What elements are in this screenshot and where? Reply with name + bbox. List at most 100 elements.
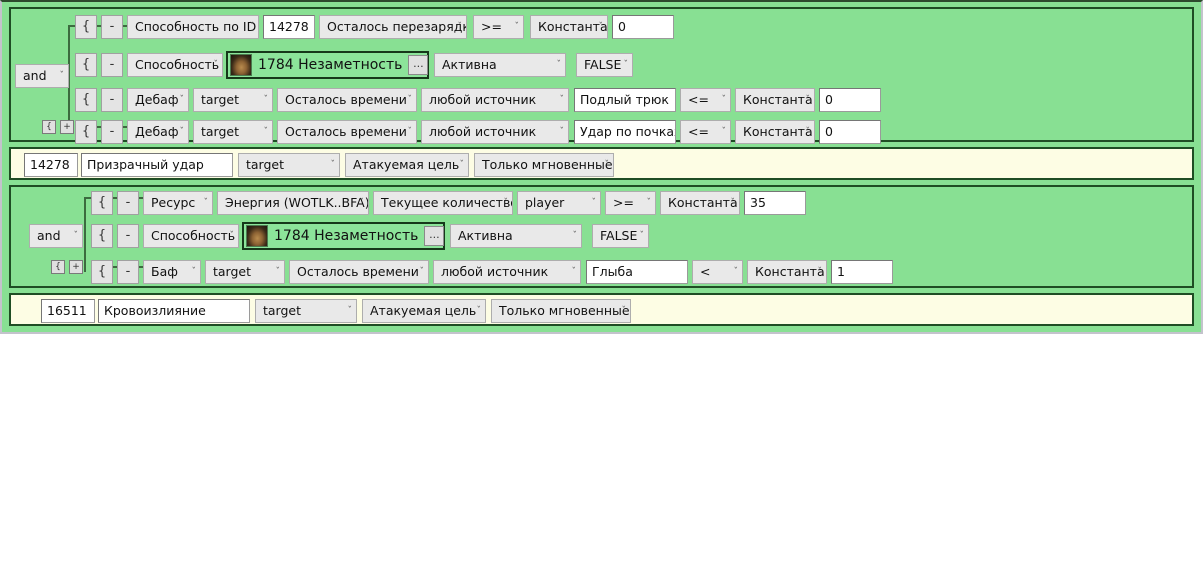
cond-1-3-source[interactable]: любой источник ˇ (421, 88, 569, 112)
cond-1-4-unit-label: target (201, 124, 240, 139)
cond-1-3-condition-type[interactable]: Дебаф ˇ (127, 88, 189, 112)
cond-2-2-spell-picker[interactable]: 1784 Незаметность ... (242, 222, 445, 250)
cond-1-1-remove-button[interactable]: - (101, 15, 123, 39)
cond-1-3-operand-type[interactable]: Константа ˇ (735, 88, 815, 112)
rule-block-2: { + and ˇ { - Ресурс ˇ Энергия (WOTLK..B… (9, 185, 1194, 288)
spell-stealth-icon (246, 225, 268, 247)
cond-2-3-unit[interactable]: target ˇ (205, 260, 285, 284)
logic-operator-1[interactable]: and ˇ (15, 64, 69, 88)
cond-1-3-brace-button[interactable]: { (75, 88, 97, 112)
cond-2-2-property-label: Активна (458, 228, 513, 243)
chevron-down-icon: ˇ (591, 198, 597, 208)
cond-1-1-spell-id[interactable]: 14278 (263, 15, 315, 39)
action-2-spell-name[interactable]: Кровоизлияние (98, 299, 250, 323)
cond-1-4-source[interactable]: любой источник ˇ (421, 120, 569, 144)
cond-2-2-spell-browse-button[interactable]: ... (424, 226, 445, 246)
cond-2-1-remove-button[interactable]: - (117, 191, 139, 215)
cond-1-1-property[interactable]: Осталось перезарядки ˇ (319, 15, 467, 39)
cond-2-1-property[interactable]: Текущее количество ˇ (373, 191, 513, 215)
chevron-down-icon: ˇ (407, 95, 413, 105)
cond-2-3-property[interactable]: Осталось времени ˇ (289, 260, 429, 284)
cond-1-1-comparator[interactable]: >= ˇ (473, 15, 524, 39)
cond-2-2-remove-button[interactable]: - (117, 224, 139, 248)
cond-2-3-property-label: Осталось времени (297, 264, 419, 279)
cond-1-4-remove-button[interactable]: - (101, 120, 123, 144)
cond-1-3-unit-label: target (201, 92, 240, 107)
cond-2-1-property-label: Текущее количество (381, 195, 513, 210)
cond-1-2-boolean-value[interactable]: FALSE ˇ (576, 53, 633, 77)
cond-1-4-brace-button[interactable]: { (75, 120, 97, 144)
cond-2-2-brace-button[interactable]: { (91, 224, 113, 248)
cond-1-3-operand-value[interactable]: 0 (819, 88, 881, 112)
action-1-spell-id[interactable]: 14278 (24, 153, 78, 177)
chevron-down-icon: ˇ (347, 306, 353, 316)
cond-2-3-comparator[interactable]: < ˇ (692, 260, 743, 284)
cond-1-4-aura-name[interactable]: Удар по почках (574, 120, 676, 144)
chevron-down-icon: ˇ (263, 95, 269, 105)
cond-2-1-unit[interactable]: player ˇ (517, 191, 601, 215)
action-2-target-mode[interactable]: Атакуемая цель ˇ (362, 299, 486, 323)
cond-1-2-spell-browse-button[interactable]: ... (408, 55, 429, 75)
cond-2-3-aura-name[interactable]: Глыба (586, 260, 688, 284)
cond-2-3-brace-button[interactable]: { (91, 260, 113, 284)
chevron-down-icon: ˇ (646, 198, 652, 208)
cond-2-2-condition-type[interactable]: Способность ˇ (143, 224, 239, 248)
cond-1-3-aura-name[interactable]: Подлый трюк (574, 88, 676, 112)
cond-2-1-operand-type[interactable]: Константа ˇ (660, 191, 740, 215)
cond-1-2-spell-picker[interactable]: 1784 Незаметность ... (226, 51, 429, 79)
cond-1-3-unit[interactable]: target ˇ (193, 88, 273, 112)
cond-1-4-operand-type[interactable]: Константа ˇ (735, 120, 815, 144)
cond-1-4-operand-value[interactable]: 0 (819, 120, 881, 144)
cond-2-1-resource[interactable]: Энергия (WOTLK..BFA) ˇ (217, 191, 369, 215)
action-1-unit[interactable]: target ˇ (238, 153, 340, 177)
group-add-button-2[interactable]: + (69, 260, 83, 274)
group-brace-button-1[interactable]: { (42, 120, 56, 134)
cond-1-2-condition-type[interactable]: Способность ˇ (127, 53, 223, 77)
chevron-down-icon: ˇ (179, 95, 185, 105)
cond-2-3-source[interactable]: любой источник ˇ (433, 260, 581, 284)
cond-1-4-unit[interactable]: target ˇ (193, 120, 273, 144)
cond-2-3-remove-button[interactable]: - (117, 260, 139, 284)
cond-1-3-remove-button[interactable]: - (101, 88, 123, 112)
chevron-down-icon: ˇ (598, 22, 604, 32)
cond-2-3-operand-type[interactable]: Константа ˇ (747, 260, 827, 284)
chevron-down-icon: ˇ (213, 60, 219, 70)
cond-1-4-comparator[interactable]: <= ˇ (680, 120, 731, 144)
cond-2-1-brace-button[interactable]: { (91, 191, 113, 215)
cond-1-4-condition-type[interactable]: Дебаф ˇ (127, 120, 189, 144)
cond-1-3-source-label: любой источник (429, 92, 537, 107)
cond-2-1-condition-type[interactable]: Ресурс ˇ (143, 191, 213, 215)
action-2-unit[interactable]: target ˇ (255, 299, 357, 323)
chevron-down-icon: ˇ (559, 95, 565, 105)
logic-operator-2[interactable]: and ˇ (29, 224, 83, 248)
cond-2-1-unit-label: player (525, 195, 565, 210)
action-1-spell-name[interactable]: Призрачный удар (81, 153, 233, 177)
spell-stealth-icon (230, 54, 252, 76)
cond-1-2-remove-button[interactable]: - (101, 53, 123, 77)
group-brace-button-2[interactable]: { (51, 260, 65, 274)
cond-1-1-brace-button[interactable]: { (75, 15, 97, 39)
cond-1-1-condition-type[interactable]: Способность по ID ˇ (127, 15, 259, 39)
cond-2-1-operand-value[interactable]: 35 (744, 191, 806, 215)
cond-1-3-comparator[interactable]: <= ˇ (680, 88, 731, 112)
group-add-button-1[interactable]: + (60, 120, 74, 134)
action-1-target-mode[interactable]: Атакуемая цель ˇ (345, 153, 469, 177)
cond-1-1-operand-type[interactable]: Константа ˇ (530, 15, 608, 39)
cond-1-2-brace-button[interactable]: { (75, 53, 97, 77)
cond-2-2-property[interactable]: Активна ˇ (450, 224, 582, 248)
cond-2-3-condition-type[interactable]: Баф ˇ (143, 260, 201, 284)
cond-2-2-boolean-value[interactable]: FALSE ˇ (592, 224, 649, 248)
cond-2-3-operand-value[interactable]: 1 (831, 260, 893, 284)
cond-1-3-property[interactable]: Осталось времени ˇ (277, 88, 417, 112)
action-1-cast-mode[interactable]: Только мгновенные ˇ (474, 153, 614, 177)
cond-2-2-boolean-value-label: FALSE (600, 228, 638, 243)
cond-1-1-operand-value[interactable]: 0 (612, 15, 674, 39)
cond-1-4-property[interactable]: Осталось времени ˇ (277, 120, 417, 144)
cond-2-2-spell-name: 1784 Незаметность (274, 228, 419, 244)
action-2-cast-mode[interactable]: Только мгновенные ˇ (491, 299, 631, 323)
chevron-down-icon: ˇ (359, 198, 365, 208)
cond-2-1-comparator[interactable]: >= ˇ (605, 191, 656, 215)
cond-1-2-property-label: Активна (442, 57, 497, 72)
cond-1-2-property[interactable]: Активна ˇ (434, 53, 566, 77)
action-2-spell-id[interactable]: 16511 (41, 299, 95, 323)
